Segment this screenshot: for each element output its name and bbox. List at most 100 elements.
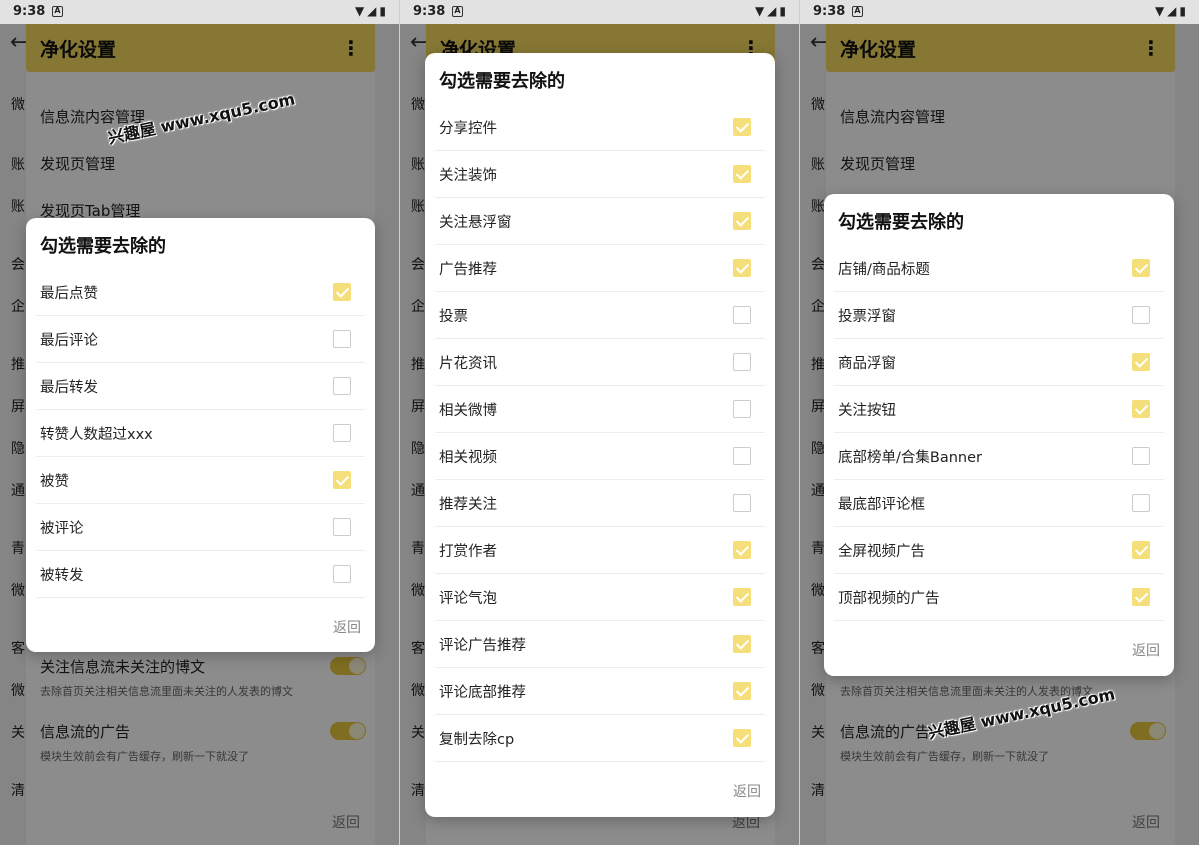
option-row[interactable]: 评论底部推荐 — [435, 668, 765, 715]
option-checkbox[interactable] — [733, 306, 751, 324]
option-row[interactable]: 转赞人数超过xxx — [36, 410, 365, 457]
option-checkbox-checked[interactable] — [733, 682, 751, 700]
option-checkbox[interactable] — [1132, 447, 1150, 465]
option-row[interactable]: 最后评论 — [36, 316, 365, 363]
option-row[interactable]: 被赞 — [36, 457, 365, 504]
option-checkbox-checked[interactable] — [1132, 259, 1150, 277]
option-label: 被赞 — [40, 474, 69, 490]
option-row[interactable]: 打赏作者 — [435, 527, 765, 574]
option-label: 关注悬浮窗 — [439, 215, 512, 231]
option-label: 片花资讯 — [439, 356, 497, 372]
option-label: 关注按钮 — [838, 403, 896, 419]
system-icons: ▼◢▮ — [754, 4, 789, 18]
dialog-back-button[interactable]: 返回 — [333, 617, 361, 637]
option-label: 投票 — [439, 309, 468, 325]
option-checkbox-checked[interactable] — [733, 259, 751, 277]
option-checkbox[interactable] — [733, 494, 751, 512]
status-bar: 9:38 A ▼◢▮ — [800, 0, 1199, 24]
option-row[interactable]: 最后点赞 — [36, 269, 365, 316]
option-checkbox-checked[interactable] — [333, 471, 351, 489]
option-row[interactable]: 投票 — [435, 292, 765, 339]
option-row[interactable]: 广告推荐 — [435, 245, 765, 292]
option-label: 相关视频 — [439, 450, 497, 466]
remove-options-dialog: 勾选需要去除的 最后点赞 最后评论 最后转发 转赞人数超过xxx 被赞 被评论 … — [26, 218, 375, 652]
option-label: 最底部评论框 — [838, 497, 925, 513]
option-checkbox[interactable] — [333, 330, 351, 348]
option-label: 被评论 — [40, 521, 84, 537]
option-checkbox[interactable] — [333, 424, 351, 442]
option-row[interactable]: 最底部评论框 — [834, 480, 1164, 527]
option-label: 复制去除cp — [439, 732, 515, 748]
option-row[interactable]: 全屏视频广告 — [834, 527, 1164, 574]
status-time: 9:38 — [13, 4, 46, 19]
option-checkbox-checked[interactable] — [1132, 400, 1150, 418]
option-row[interactable]: 被转发 — [36, 551, 365, 598]
option-row[interactable]: 片花资讯 — [435, 339, 765, 386]
option-checkbox-checked[interactable] — [733, 118, 751, 136]
option-row[interactable]: 关注装饰 — [435, 151, 765, 198]
option-row[interactable]: 投票浮窗 — [834, 292, 1164, 339]
option-label: 最后点赞 — [40, 286, 98, 302]
dialog-back-button[interactable]: 返回 — [733, 781, 761, 801]
dialog-title: 勾选需要去除的 — [40, 236, 166, 257]
option-checkbox-checked[interactable] — [733, 541, 751, 559]
screen-2: 9:38 A ▼◢▮ ← 净化设置 ⋮ 微 账 账 会 企 推 屏 隐 通 青 … — [400, 0, 799, 845]
option-label: 评论气泡 — [439, 591, 497, 607]
option-checkbox-checked[interactable] — [1132, 588, 1150, 606]
option-row[interactable]: 被评论 — [36, 504, 365, 551]
option-row[interactable]: 复制去除cp — [435, 715, 765, 762]
dialog-title: 勾选需要去除的 — [838, 212, 964, 233]
remove-options-dialog: 勾选需要去除的 店铺/商品标题 投票浮窗 商品浮窗 关注按钮 底部榜单/合集Ba… — [824, 194, 1174, 676]
option-row[interactable]: 关注悬浮窗 — [435, 198, 765, 245]
dialog-title: 勾选需要去除的 — [439, 71, 565, 92]
option-row[interactable]: 最后转发 — [36, 363, 365, 410]
option-label: 最后评论 — [40, 333, 98, 349]
notification-icon: A — [52, 6, 63, 17]
option-label: 关注装饰 — [439, 168, 497, 184]
system-icons: ▼◢▮ — [1154, 4, 1189, 18]
option-checkbox[interactable] — [333, 565, 351, 583]
option-checkbox[interactable] — [1132, 494, 1150, 512]
status-bar: 9:38 A ▼◢▮ — [0, 0, 399, 24]
option-checkbox[interactable] — [733, 447, 751, 465]
option-row[interactable]: 分享控件 — [435, 104, 765, 151]
option-checkbox[interactable] — [733, 353, 751, 371]
option-row[interactable]: 商品浮窗 — [834, 339, 1164, 386]
notification-icon: A — [852, 6, 863, 17]
option-row[interactable]: 关注按钮 — [834, 386, 1164, 433]
option-label: 全屏视频广告 — [838, 544, 925, 560]
status-bar: 9:38 A ▼◢▮ — [400, 0, 799, 24]
option-checkbox[interactable] — [333, 518, 351, 536]
option-label: 顶部视频的广告 — [838, 591, 940, 607]
option-checkbox-checked[interactable] — [1132, 541, 1150, 559]
option-label: 被转发 — [40, 568, 84, 584]
option-checkbox-checked[interactable] — [733, 588, 751, 606]
option-checkbox-checked[interactable] — [733, 165, 751, 183]
option-label: 评论广告推荐 — [439, 638, 526, 654]
option-checkbox-checked[interactable] — [733, 635, 751, 653]
option-row[interactable]: 店铺/商品标题 — [834, 245, 1164, 292]
option-row[interactable]: 推荐关注 — [435, 480, 765, 527]
status-time: 9:38 — [413, 4, 446, 19]
dialog-back-button[interactable]: 返回 — [1132, 640, 1160, 660]
option-label: 打赏作者 — [439, 544, 497, 560]
option-checkbox-checked[interactable] — [333, 283, 351, 301]
remove-options-dialog: 勾选需要去除的 分享控件 关注装饰 关注悬浮窗 广告推荐 投票 片花资讯 相关微… — [425, 53, 775, 817]
option-row[interactable]: 相关微博 — [435, 386, 765, 433]
option-checkbox-checked[interactable] — [733, 729, 751, 747]
option-row[interactable]: 评论广告推荐 — [435, 621, 765, 668]
option-row[interactable]: 底部榜单/合集Banner — [834, 433, 1164, 480]
screen-1: 9:38 A ▼◢▮ ← 净化设置 ⋮ 微 账 账 会 企 推 屏 隐 通 青 … — [0, 0, 399, 845]
option-checkbox[interactable] — [1132, 306, 1150, 324]
option-row[interactable]: 评论气泡 — [435, 574, 765, 621]
option-label: 评论底部推荐 — [439, 685, 526, 701]
option-row[interactable]: 顶部视频的广告 — [834, 574, 1164, 621]
option-row[interactable]: 相关视频 — [435, 433, 765, 480]
option-label: 底部榜单/合集Banner — [838, 450, 982, 466]
option-checkbox-checked[interactable] — [1132, 353, 1150, 371]
option-label: 相关微博 — [439, 403, 497, 419]
option-checkbox-checked[interactable] — [733, 212, 751, 230]
option-checkbox[interactable] — [333, 377, 351, 395]
option-label: 推荐关注 — [439, 497, 497, 513]
option-checkbox[interactable] — [733, 400, 751, 418]
